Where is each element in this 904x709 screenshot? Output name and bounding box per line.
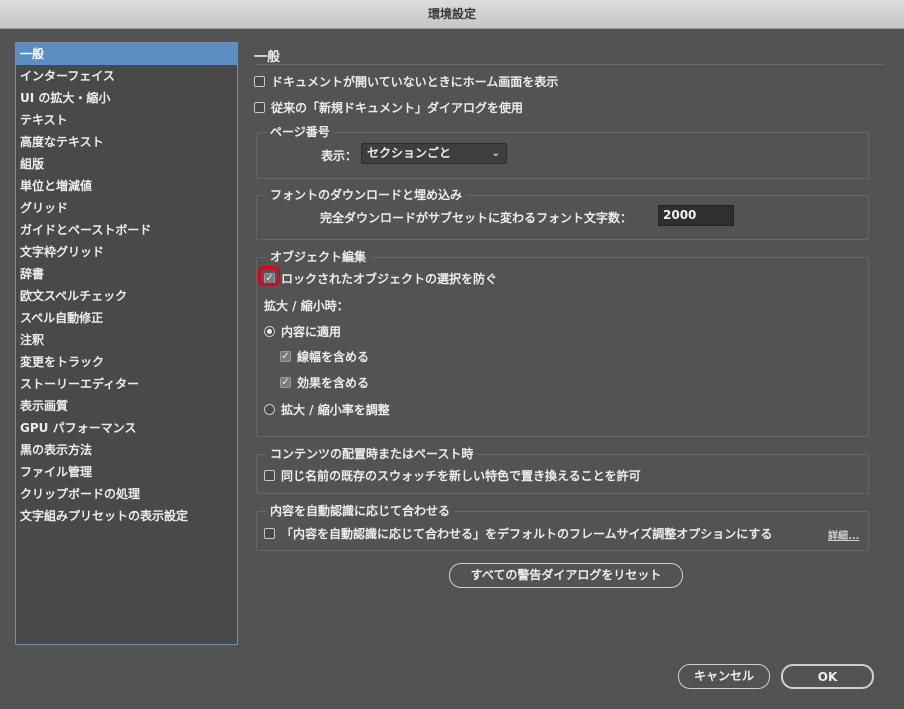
sidebar-item[interactable]: 辞書: [16, 263, 237, 285]
sidebar-item[interactable]: 黒の表示方法: [16, 439, 237, 461]
font-download-title: フォントのダウンロードと埋め込み: [266, 188, 467, 202]
sidebar-item[interactable]: 文字枠グリッド: [16, 241, 237, 263]
content-aware-label: 「内容を自動認識に応じて合わせる」をデフォルトのフレームサイズ調整オプションにす…: [281, 527, 773, 541]
content-aware-checkbox[interactable]: [264, 528, 275, 539]
legacy-new-doc-option[interactable]: 従来の「新規ドキュメント」ダイアログを使用: [254, 99, 523, 116]
page-numbering-select[interactable]: セクションごと ⌄: [361, 143, 507, 164]
sidebar-item[interactable]: 単位と増減値: [16, 175, 237, 197]
content-aware-option[interactable]: 「内容を自動認識に応じて合わせる」をデフォルトのフレームサイズ調整オプションにす…: [264, 525, 772, 542]
prevent-locked-option[interactable]: ✓ ロックされたオブジェクトの選択を防ぐ: [264, 270, 497, 287]
view-label: 表示：: [321, 149, 358, 163]
heading-divider: [254, 64, 884, 65]
chevron-down-icon: ⌄: [491, 148, 500, 159]
apply-content-option[interactable]: 内容に適用: [264, 323, 341, 340]
section-heading: 一般: [254, 50, 281, 65]
page-numbering-value: セクションごと: [367, 146, 452, 160]
sidebar-item[interactable]: 高度なテキスト: [16, 131, 237, 153]
legacy-new-doc-label: 従来の「新規ドキュメント」ダイアログを使用: [271, 101, 524, 115]
sidebar-item[interactable]: ファイル管理: [16, 461, 237, 483]
adjust-percentage-label: 拡大 / 縮小率を調整: [281, 403, 390, 417]
sidebar-item[interactable]: GPU パフォーマンス: [16, 417, 237, 439]
window-title: 環境設定: [0, 0, 904, 29]
category-list[interactable]: 一般 インターフェイス UI の拡大・縮小 テキスト 高度なテキスト 組版 単位と増減値 グリ…: [15, 42, 238, 645]
sidebar-item[interactable]: 一般: [16, 43, 237, 65]
include-stroke-option[interactable]: ✓ 線幅を含める: [280, 348, 369, 365]
cancel-button[interactable]: キャンセル: [678, 664, 770, 689]
include-effects-checkbox[interactable]: ✓: [280, 377, 291, 388]
include-effects-option[interactable]: ✓ 効果を含める: [280, 374, 369, 391]
sidebar-item[interactable]: クリップボードの処理: [16, 483, 237, 505]
sidebar-item[interactable]: 注釈: [16, 329, 237, 351]
page-numbering-title: ページ番号: [266, 125, 334, 139]
replace-swatch-label: 同じ名前の既存のスウォッチを新しい特色で置き換えることを許可: [281, 469, 641, 483]
sidebar-item[interactable]: UI の拡大・縮小: [16, 87, 237, 109]
sidebar-item[interactable]: 欧文スペルチェック: [16, 285, 237, 307]
sidebar-item[interactable]: ストーリーエディター: [16, 373, 237, 395]
replace-swatch-checkbox[interactable]: [264, 470, 275, 481]
details-link[interactable]: 詳細...: [828, 527, 859, 542]
reset-warnings-button[interactable]: すべての警告ダイアログをリセット: [449, 563, 683, 588]
paste-title: コンテンツの配置時またはペースト時: [266, 447, 478, 461]
highlight-circle: [258, 266, 280, 286]
apply-content-label: 内容に適用: [281, 325, 342, 339]
sidebar-item[interactable]: 表示画質: [16, 395, 237, 417]
show-home-label: ドキュメントが開いていないときにホーム画面を表示: [271, 75, 559, 89]
include-effects-label: 効果を含める: [297, 376, 370, 390]
sidebar-item[interactable]: グリッド: [16, 197, 237, 219]
prevent-locked-label: ロックされたオブジェクトの選択を防ぐ: [281, 272, 498, 286]
legacy-new-doc-checkbox[interactable]: [254, 102, 265, 113]
sidebar-item[interactable]: ガイドとペーストボード: [16, 219, 237, 241]
sidebar-item[interactable]: 変更をトラック: [16, 351, 237, 373]
object-editing-title: オブジェクト編集: [266, 250, 371, 264]
scaling-label: 拡大 / 縮小時：: [264, 299, 349, 313]
include-stroke-label: 線幅を含める: [297, 350, 370, 364]
ok-button[interactable]: OK: [781, 664, 874, 689]
content-aware-title: 内容を自動認識に応じて合わせる: [266, 504, 455, 518]
sidebar-item[interactable]: テキスト: [16, 109, 237, 131]
apply-content-radio[interactable]: [264, 326, 275, 337]
show-home-checkbox[interactable]: [254, 76, 265, 87]
adjust-percentage-option[interactable]: 拡大 / 縮小率を調整: [264, 401, 390, 418]
include-stroke-checkbox[interactable]: ✓: [280, 351, 291, 362]
sidebar-item[interactable]: インターフェイス: [16, 65, 237, 87]
sidebar-item[interactable]: 組版: [16, 153, 237, 175]
adjust-percentage-radio[interactable]: [264, 404, 275, 415]
sidebar-item[interactable]: スペル自動修正: [16, 307, 237, 329]
replace-swatch-option[interactable]: 同じ名前の既存のスウォッチを新しい特色で置き換えることを許可: [264, 467, 641, 484]
font-threshold-label: 完全ダウンロードがサブセットに変わるフォント文字数：: [320, 211, 633, 225]
sidebar-item[interactable]: 文字組みプリセットの表示設定: [16, 505, 237, 527]
show-home-option[interactable]: ドキュメントが開いていないときにホーム画面を表示: [254, 73, 558, 90]
font-threshold-input[interactable]: 2000: [658, 205, 734, 226]
